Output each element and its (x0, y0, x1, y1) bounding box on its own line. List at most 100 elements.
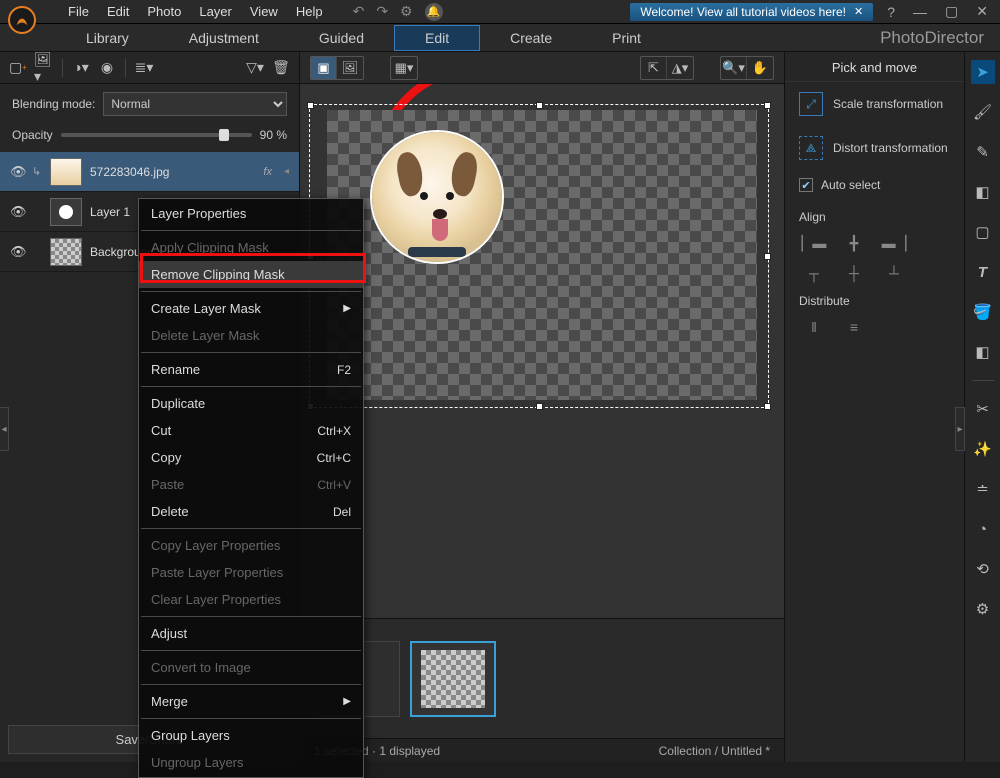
distribute-h-icon[interactable]: ‖ (803, 318, 825, 336)
autoselect-checkbox[interactable]: ✔ (799, 178, 813, 192)
context-item[interactable]: Create Layer Mask▶ (139, 295, 363, 322)
flip-icon[interactable]: ◮▾ (667, 57, 693, 79)
context-item: Convert to Image (139, 654, 363, 681)
close-icon[interactable]: ✕ (854, 5, 863, 18)
context-item[interactable]: Adjust (139, 620, 363, 647)
layer-thumb (50, 238, 82, 266)
center-panel: ▣ 🖼 ▦▾ ⇱ ◮▾ 🔍▾ ✋ (300, 52, 784, 762)
maximize-icon[interactable]: ▢ (941, 3, 962, 20)
tab-guided[interactable]: Guided (289, 26, 394, 50)
fill-tool-icon[interactable]: 🪣 (971, 300, 995, 324)
collapse-left-icon[interactable]: ◂ (0, 407, 9, 451)
zoom-icon[interactable]: 🔍▾ (721, 57, 747, 79)
tab-create[interactable]: Create (480, 26, 582, 50)
align-left-icon[interactable]: ▏▬ (803, 234, 825, 252)
trash-icon[interactable]: 🗑 (271, 58, 291, 78)
hand-icon[interactable]: ✋ (747, 57, 773, 79)
redo-icon[interactable]: ↷ (376, 3, 388, 20)
brush-tool-icon[interactable]: 🖌 (971, 100, 995, 124)
context-item[interactable]: CopyCtrl+C (139, 444, 363, 471)
align-top-icon[interactable]: ┬ (803, 264, 825, 282)
bell-icon[interactable]: 🔔 (425, 3, 443, 21)
close-window-icon[interactable]: ✕ (972, 3, 992, 20)
align-center-v-icon[interactable]: ┼ (843, 264, 865, 282)
distribute-v-icon[interactable]: ≡ (843, 318, 865, 336)
crop-tool-icon[interactable]: ✂ (971, 397, 995, 421)
settings-tool-icon[interactable]: ⚙ (971, 597, 995, 621)
blur-tool-icon[interactable]: ◔ (971, 517, 995, 541)
shape-tool-icon[interactable]: ▢ (971, 220, 995, 244)
menu-help[interactable]: Help (296, 4, 323, 19)
scale-transform-button[interactable]: ⤢ Scale transformation (785, 82, 964, 126)
move-tool-icon[interactable]: ➤ (971, 60, 995, 84)
visibility-icon[interactable]: 👁 (10, 244, 24, 260)
welcome-banner[interactable]: Welcome! View all tutorial videos here! … (630, 3, 873, 21)
view-compare-icon[interactable]: 🖼 (337, 57, 363, 79)
gear-icon[interactable]: ⚙ (400, 3, 413, 20)
pencil-tool-icon[interactable]: ✎ (971, 140, 995, 164)
context-item[interactable]: Duplicate (139, 390, 363, 417)
filter-icon[interactable]: ▽▾ (245, 58, 265, 78)
distribute-heading: Distribute (785, 288, 964, 312)
distort-transform-button[interactable]: ⟁ Distort transformation (785, 126, 964, 170)
context-item[interactable]: Layer Properties (139, 200, 363, 227)
context-item: Copy Layer Properties (139, 532, 363, 559)
tab-adjustment[interactable]: Adjustment (159, 26, 289, 50)
context-item[interactable]: Group Layers (139, 722, 363, 749)
list-icon[interactable]: ≣▾ (134, 58, 154, 78)
mask-icon[interactable]: ◉ (97, 58, 117, 78)
context-item[interactable]: Remove Clipping Mask (139, 261, 363, 288)
status-bar: 1 selected · 1 displayed Collection / Un… (300, 738, 784, 762)
properties-panel: ▸ Pick and move ⤢ Scale transformation ⟁… (784, 52, 964, 762)
grid-icon[interactable]: ▦▾ (391, 57, 417, 79)
tab-print[interactable]: Print (582, 26, 671, 50)
mask-mode-icon[interactable]: ◑▾ (71, 58, 91, 78)
menu-view[interactable]: View (250, 4, 278, 19)
visibility-icon[interactable]: 👁 (10, 204, 24, 220)
export-icon[interactable]: ⇱ (641, 57, 667, 79)
selection-rect[interactable] (309, 104, 769, 408)
text-tool-icon[interactable]: T (971, 260, 995, 284)
undo-icon[interactable]: ↶ (353, 3, 365, 20)
align-center-h-icon[interactable]: ╋ (843, 234, 865, 252)
filmstrip-thumb[interactable] (410, 641, 496, 717)
opacity-label: Opacity (12, 128, 53, 142)
filmstrip (300, 618, 784, 738)
sliders-tool-icon[interactable]: ≐ (971, 477, 995, 501)
magic-tool-icon[interactable]: ✨ (971, 437, 995, 461)
add-image-icon[interactable]: 🖼▾ (34, 58, 54, 78)
align-bottom-icon[interactable]: ┴ (883, 264, 905, 282)
status-collection: Collection / Untitled * (659, 744, 770, 758)
app-logo (8, 6, 36, 34)
fx-indicator[interactable]: fx (263, 166, 272, 178)
tab-edit[interactable]: Edit (394, 25, 480, 51)
menu-layer[interactable]: Layer (199, 4, 232, 19)
menu-edit[interactable]: Edit (107, 4, 129, 19)
eraser-tool-icon[interactable]: ◧ (971, 180, 995, 204)
minimize-icon[interactable]: — (909, 4, 931, 20)
canvas-area[interactable] (300, 84, 784, 618)
visibility-icon[interactable]: 👁 (10, 164, 24, 180)
clip-indicator-icon: ↳ (32, 165, 42, 178)
gradient-tool-icon[interactable]: ◧ (971, 340, 995, 364)
context-item[interactable]: Merge▶ (139, 688, 363, 715)
context-item[interactable]: RenameF2 (139, 356, 363, 383)
layer-row[interactable]: 👁 ↳ 572283046.jpg fx ◂ (0, 152, 299, 192)
canvas[interactable] (327, 110, 757, 400)
view-single-icon[interactable]: ▣ (311, 57, 337, 79)
opacity-slider[interactable] (61, 133, 252, 137)
brand-label: PhotoDirector (880, 28, 984, 48)
help-icon[interactable]: ? (883, 4, 899, 20)
clone-tool-icon[interactable]: ⟲ (971, 557, 995, 581)
add-layer-icon[interactable]: ▢+ (8, 58, 28, 78)
layer-context-menu[interactable]: Layer Properties Apply Clipping MaskRemov… (138, 198, 364, 778)
blending-mode-select[interactable]: Normal (103, 92, 287, 116)
context-item: Apply Clipping Mask (139, 234, 363, 261)
context-item[interactable]: DeleteDel (139, 498, 363, 525)
menu-photo[interactable]: Photo (147, 4, 181, 19)
context-item[interactable]: CutCtrl+X (139, 417, 363, 444)
collapse-right-icon[interactable]: ▸ (955, 407, 965, 451)
tab-library[interactable]: Library (56, 26, 159, 50)
align-right-icon[interactable]: ▬▕ (883, 234, 905, 252)
menu-file[interactable]: File (68, 4, 89, 19)
